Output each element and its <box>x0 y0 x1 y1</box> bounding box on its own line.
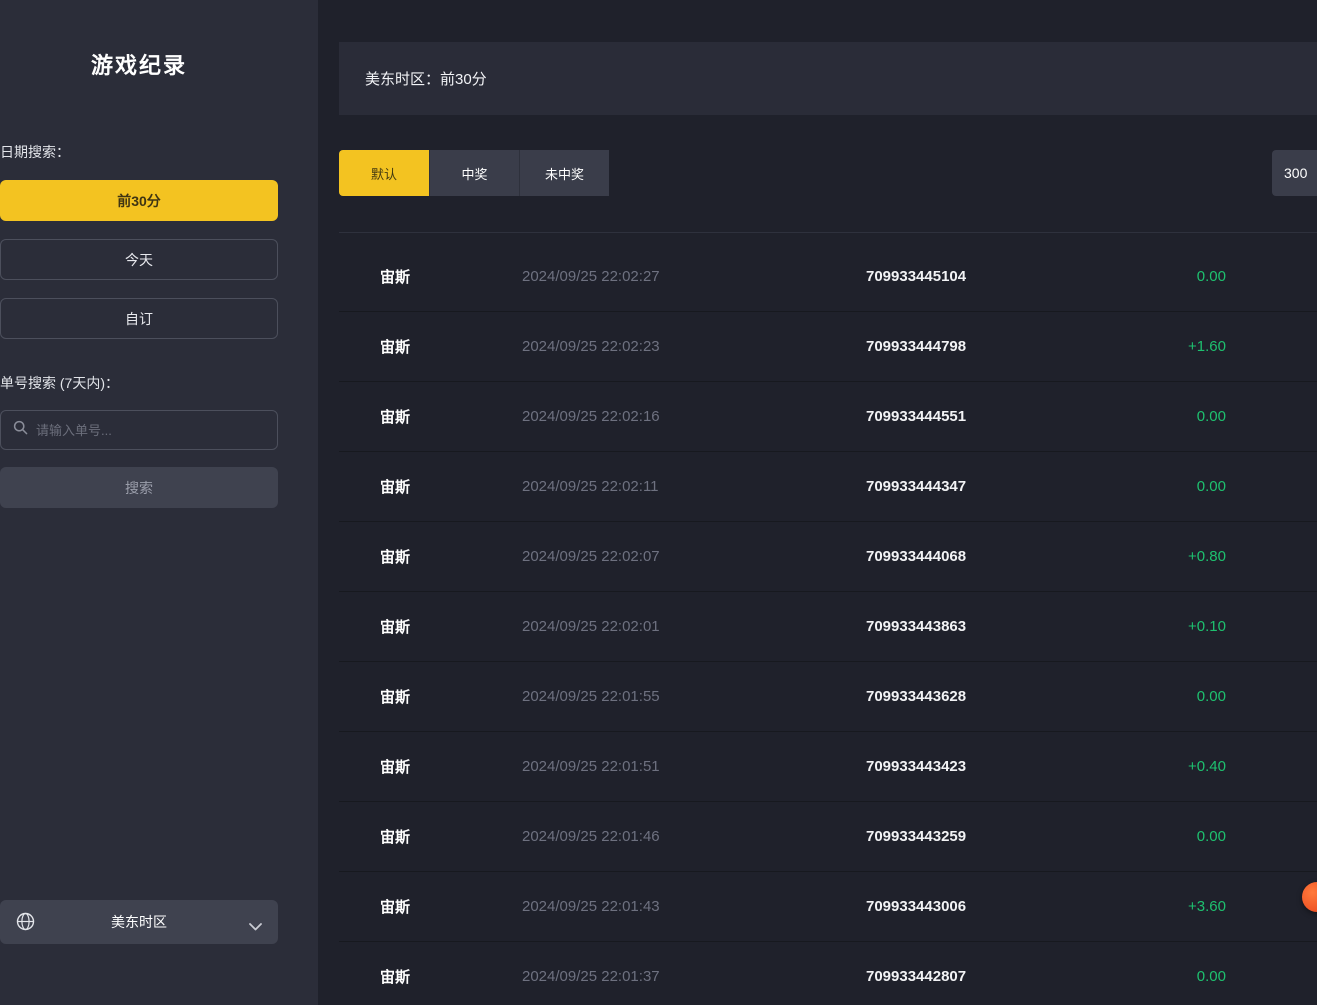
table-row[interactable]: 宙斯 2024/09/25 22:02:11 709933444347 0.00… <box>339 452 1317 522</box>
page-size-button[interactable]: 300 <box>1272 150 1317 196</box>
chevron-down-icon <box>249 918 262 936</box>
amount-value: +0.10 <box>1106 618 1226 635</box>
timezone-label: 美东时区 <box>111 912 167 932</box>
game-name: 宙斯 <box>380 756 522 777</box>
tab-not-won[interactable]: 未中奖 <box>519 150 609 196</box>
table-row[interactable]: 宙斯 2024/09/25 22:01:37 709933442807 0.00… <box>339 942 1317 1005</box>
search-button[interactable]: 搜索 <box>0 467 278 508</box>
game-name: 宙斯 <box>380 476 522 497</box>
filter-summary-bar: 美东时区：前30分 <box>339 42 1317 115</box>
game-name: 宙斯 <box>380 266 522 287</box>
amount-value: +3.60 <box>1106 898 1226 915</box>
table-row[interactable]: 宙斯 2024/09/25 22:02:01 709933443863 +0.1… <box>339 592 1317 662</box>
date-filter-last30min-button[interactable]: 前30分 <box>0 180 278 221</box>
table-row[interactable]: 宙斯 2024/09/25 22:01:55 709933443628 0.00… <box>339 662 1317 732</box>
result-tabs: 默认 中奖 未中奖 300 <box>339 150 1317 196</box>
game-name: 宙斯 <box>380 896 522 917</box>
amount-value: 0.00 <box>1106 688 1226 705</box>
tab-won[interactable]: 中奖 <box>429 150 519 196</box>
globe-icon <box>16 912 35 936</box>
main-content: 美东时区：前30分 默认 中奖 未中奖 300 宙斯 2024/09/25 22… <box>318 0 1317 1005</box>
record-time: 2024/09/25 22:01:46 <box>522 828 866 845</box>
table-row[interactable]: 宙斯 2024/09/25 22:01:51 709933443423 +0.4… <box>339 732 1317 802</box>
order-number: 709933443863 <box>866 618 1106 635</box>
date-search-label: 日期搜索： <box>0 142 278 162</box>
record-time: 2024/09/25 22:01:37 <box>522 968 866 985</box>
order-number: 709933444798 <box>866 338 1106 355</box>
table-row[interactable]: 宙斯 2024/09/25 22:01:43 709933443006 +3.6… <box>339 872 1317 942</box>
game-name: 宙斯 <box>380 966 522 987</box>
amount-value: +0.80 <box>1106 548 1226 565</box>
table-row[interactable]: 宙斯 2024/09/25 22:02:07 709933444068 +0.8… <box>339 522 1317 592</box>
game-name: 宙斯 <box>380 546 522 567</box>
order-number: 709933443423 <box>866 758 1106 775</box>
search-icon <box>13 420 28 440</box>
record-time: 2024/09/25 22:02:07 <box>522 548 866 565</box>
amount-value: 0.00 <box>1106 408 1226 425</box>
date-filter-today-button[interactable]: 今天 <box>0 239 278 280</box>
order-search-input[interactable] <box>36 423 256 438</box>
order-search-box <box>0 410 278 450</box>
table-row[interactable]: 宙斯 2024/09/25 22:02:23 709933444798 +1.6… <box>339 312 1317 382</box>
game-name: 宙斯 <box>380 826 522 847</box>
date-filter-custom-button[interactable]: 自订 <box>0 298 278 339</box>
sidebar: 游戏纪录 日期搜索： 前30分 今天 自订 单号搜索 (7天内)： 搜索 <box>0 0 318 1005</box>
table-row[interactable]: 宙斯 2024/09/25 22:01:46 709933443259 0.00… <box>339 802 1317 872</box>
order-number: 709933444551 <box>866 408 1106 425</box>
amount-value: 0.00 <box>1106 828 1226 845</box>
amount-value: 0.00 <box>1106 478 1226 495</box>
order-number: 709933443259 <box>866 828 1106 845</box>
order-number: 709933444347 <box>866 478 1106 495</box>
record-time: 2024/09/25 22:01:51 <box>522 758 866 775</box>
app: 游戏纪录 日期搜索： 前30分 今天 自订 单号搜索 (7天内)： 搜索 <box>0 0 1317 1005</box>
order-number: 709933445104 <box>866 268 1106 285</box>
amount-value: 0.00 <box>1106 968 1226 985</box>
game-name: 宙斯 <box>380 406 522 427</box>
game-name: 宙斯 <box>380 336 522 357</box>
record-time: 2024/09/25 22:02:11 <box>522 478 866 495</box>
order-number: 709933443006 <box>866 898 1106 915</box>
record-time: 2024/09/25 22:02:01 <box>522 618 866 635</box>
game-name: 宙斯 <box>380 686 522 707</box>
records-table: 宙斯 2024/09/25 22:02:27 709933445104 0.00… <box>339 232 1317 1005</box>
filter-summary-text: 美东时区：前30分 <box>365 68 487 89</box>
order-search-label: 单号搜索 (7天内)： <box>0 373 278 393</box>
amount-value: +1.60 <box>1106 338 1226 355</box>
order-number: 709933444068 <box>866 548 1106 565</box>
record-time: 2024/09/25 22:02:16 <box>522 408 866 425</box>
table-row[interactable]: 宙斯 2024/09/25 22:02:16 709933444551 0.00… <box>339 382 1317 452</box>
order-number: 709933443628 <box>866 688 1106 705</box>
amount-value: 0.00 <box>1106 268 1226 285</box>
record-time: 2024/09/25 22:01:55 <box>522 688 866 705</box>
table-row[interactable]: 宙斯 2024/09/25 22:02:27 709933445104 0.00… <box>339 242 1317 312</box>
tab-default[interactable]: 默认 <box>339 150 429 196</box>
record-time: 2024/09/25 22:02:27 <box>522 268 866 285</box>
timezone-selector[interactable]: 美东时区 <box>0 900 278 944</box>
record-time: 2024/09/25 22:01:43 <box>522 898 866 915</box>
order-number: 709933442807 <box>866 968 1106 985</box>
game-name: 宙斯 <box>380 616 522 637</box>
record-time: 2024/09/25 22:02:23 <box>522 338 866 355</box>
page-title: 游戏纪录 <box>0 48 278 80</box>
amount-value: +0.40 <box>1106 758 1226 775</box>
